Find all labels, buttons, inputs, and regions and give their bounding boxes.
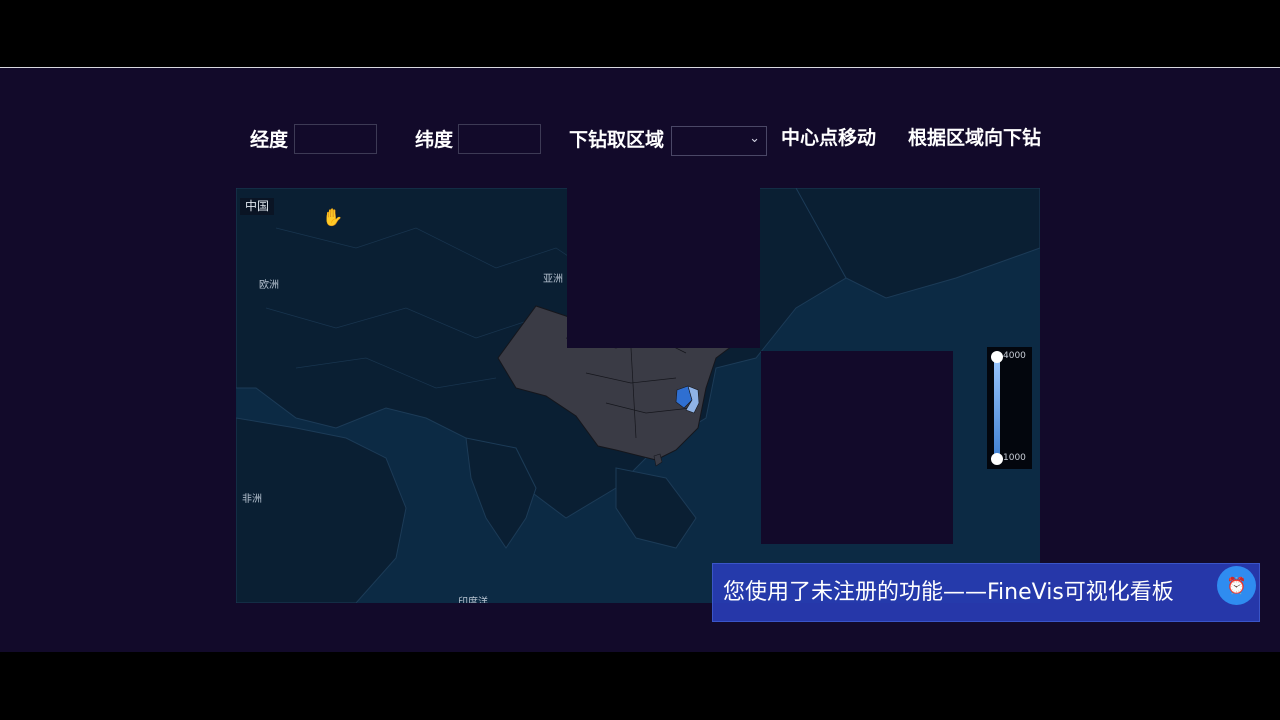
drill-region-select[interactable]: ⌄: [671, 126, 767, 156]
drill-region-label: 下钻取区域: [569, 129, 665, 151]
label-europe: 欧洲: [259, 280, 279, 291]
label-asia: 亚洲: [543, 274, 563, 285]
chevron-down-icon: ⌄: [749, 131, 760, 146]
alarm-clock-icon[interactable]: ⏰: [1217, 566, 1256, 605]
legend-max-handle[interactable]: [991, 351, 1003, 363]
map-region-tag: 中国: [240, 198, 275, 215]
latitude-label: 纬度: [415, 129, 454, 151]
hand-cursor-icon: ✋: [322, 208, 344, 228]
bottom-bar: [0, 652, 1280, 720]
longitude-label: 经度: [250, 129, 289, 151]
center-move-button[interactable]: 中心点移动: [781, 124, 876, 152]
map-view[interactable]: 中国 ✋ 欧洲 亚洲 非洲 印度洋: [236, 188, 1040, 603]
latitude-input[interactable]: [458, 124, 541, 154]
top-bar: [0, 0, 1280, 68]
label-indian-ocean: 印度洋: [458, 597, 488, 603]
legend-max-label: 4000: [1003, 351, 1026, 361]
longitude-input[interactable]: [294, 124, 377, 154]
unregistered-notice: 您使用了未注册的功能——FineVis可视化看板: [712, 563, 1260, 622]
legend-min-handle[interactable]: [991, 453, 1003, 465]
blank-panel-top: [567, 188, 760, 348]
drill-by-region-button[interactable]: 根据区域向下钻: [908, 124, 1041, 152]
legend-min-label: 1000: [1003, 453, 1026, 463]
label-africa: 非洲: [242, 494, 262, 505]
value-range-legend[interactable]: 4000 1000: [987, 347, 1032, 469]
legend-gradient-track: [994, 356, 1000, 460]
blank-panel-right: [761, 351, 953, 544]
